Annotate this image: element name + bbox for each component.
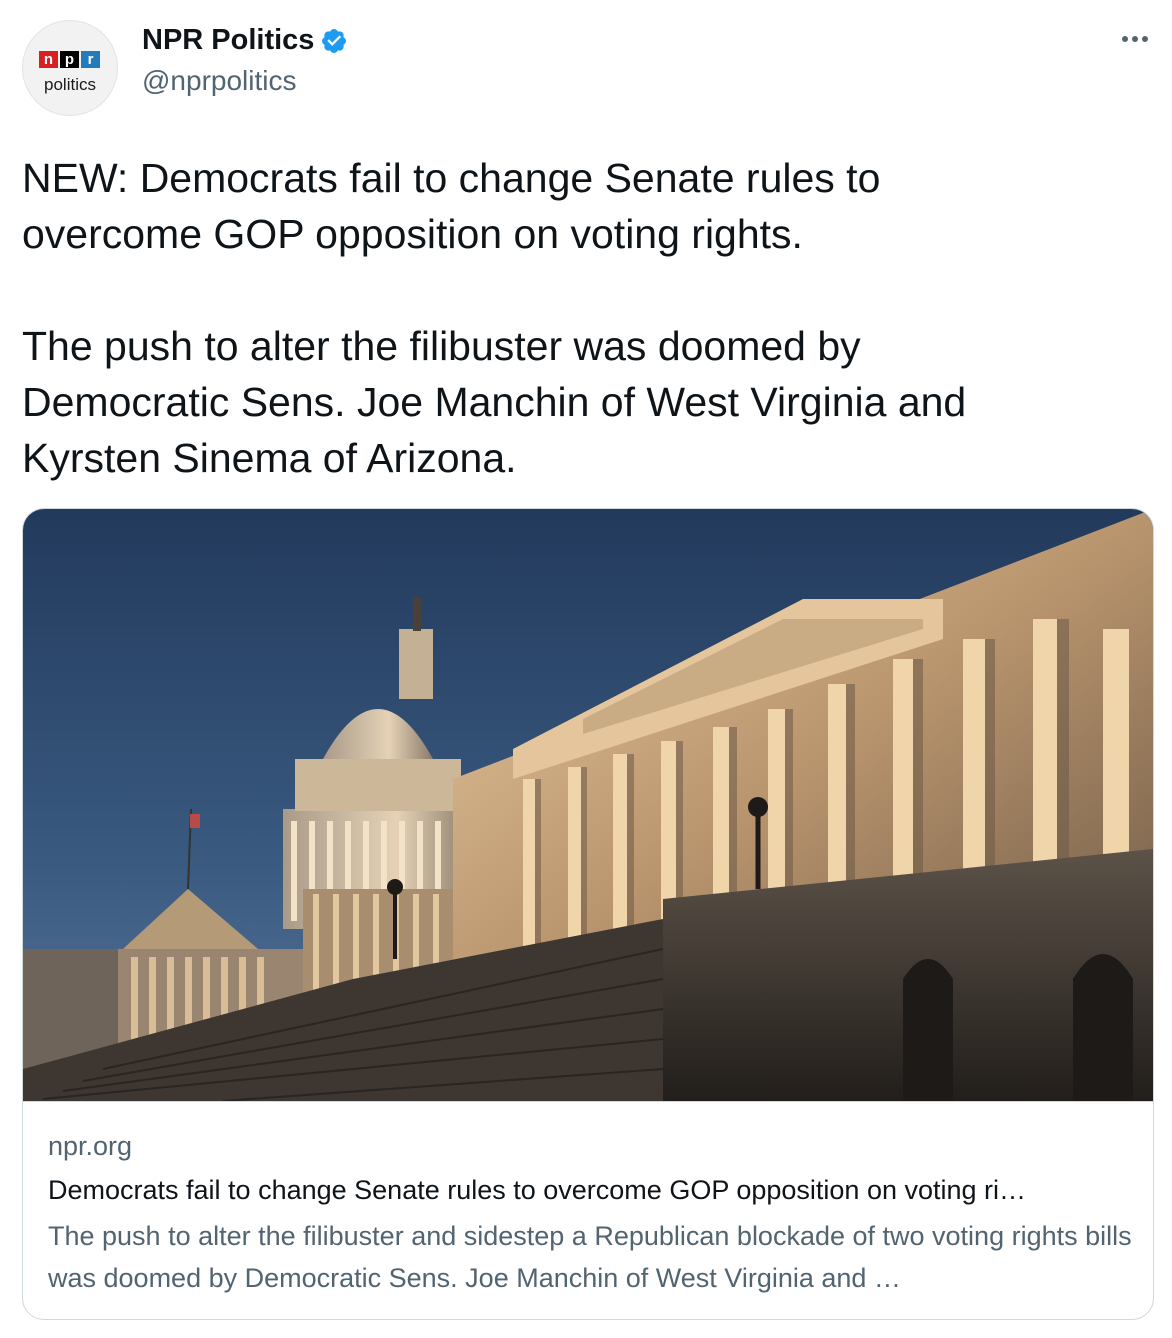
card-title: Democrats fail to change Senate rules to… (48, 1175, 1027, 1205)
more-dot-icon (1122, 36, 1128, 42)
display-name[interactable]: NPR Politics (142, 24, 314, 57)
capitol-building-image (23, 509, 1153, 1101)
author-names: NPR Politics @nprpolitics (142, 24, 348, 97)
more-options-icon[interactable] (1118, 32, 1152, 46)
more-dot-icon (1132, 36, 1138, 42)
npr-logo-p: p (60, 51, 79, 68)
card-domain: npr.org (48, 1131, 133, 1161)
npr-logo: n p r (39, 51, 100, 68)
avatar[interactable]: n p r politics (22, 20, 118, 116)
link-card[interactable]: npr.org Democrats fail to change Senate … (22, 508, 1154, 1320)
more-dot-icon (1142, 36, 1148, 42)
tweet-header: n p r politics NPR Politics @nprpolitics (22, 18, 1152, 118)
npr-logo-r: r (81, 51, 100, 68)
verified-badge-icon (322, 28, 347, 53)
handle[interactable]: @nprpolitics (142, 65, 348, 97)
card-divider (23, 1101, 1153, 1102)
card-description: The push to alter the filibuster and sid… (48, 1221, 1132, 1293)
avatar-logo-word: politics (44, 75, 96, 94)
display-name-row: NPR Politics (142, 24, 348, 57)
tweet-text: NEW: Democrats fail to change Senate rul… (22, 155, 967, 481)
npr-logo-n: n (39, 51, 58, 68)
